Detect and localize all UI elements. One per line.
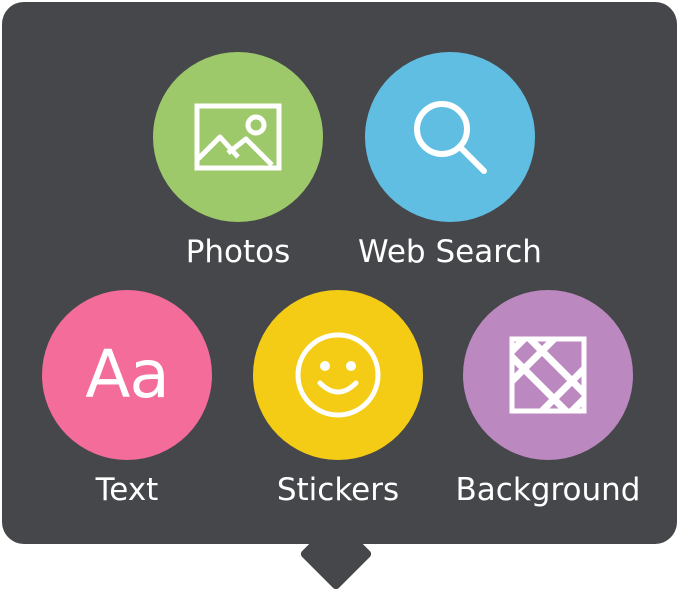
photos-circle[interactable] [153,52,323,222]
text-label: Text [95,472,159,508]
text-circle[interactable]: Aa [42,290,212,460]
background-button[interactable]: Background [448,290,648,510]
smiley-icon [295,332,381,418]
stickers-circle[interactable] [253,290,423,460]
background-pattern-icon [509,336,587,414]
text-icon: Aa [85,336,170,413]
photos-button[interactable]: Photos [138,52,338,272]
search-icon [414,101,487,174]
stickers-label: Stickers [276,472,400,508]
text-button[interactable]: Aa Text [27,290,227,510]
photo-icon [194,103,282,171]
background-circle[interactable] [463,290,633,460]
web-search-button[interactable]: Web Search [350,52,550,272]
photos-label: Photos [185,234,291,270]
stickers-button[interactable]: Stickers [238,290,438,510]
background-label: Background [455,472,641,508]
web-search-label: Web Search [358,234,542,270]
web-search-circle[interactable] [365,52,535,222]
